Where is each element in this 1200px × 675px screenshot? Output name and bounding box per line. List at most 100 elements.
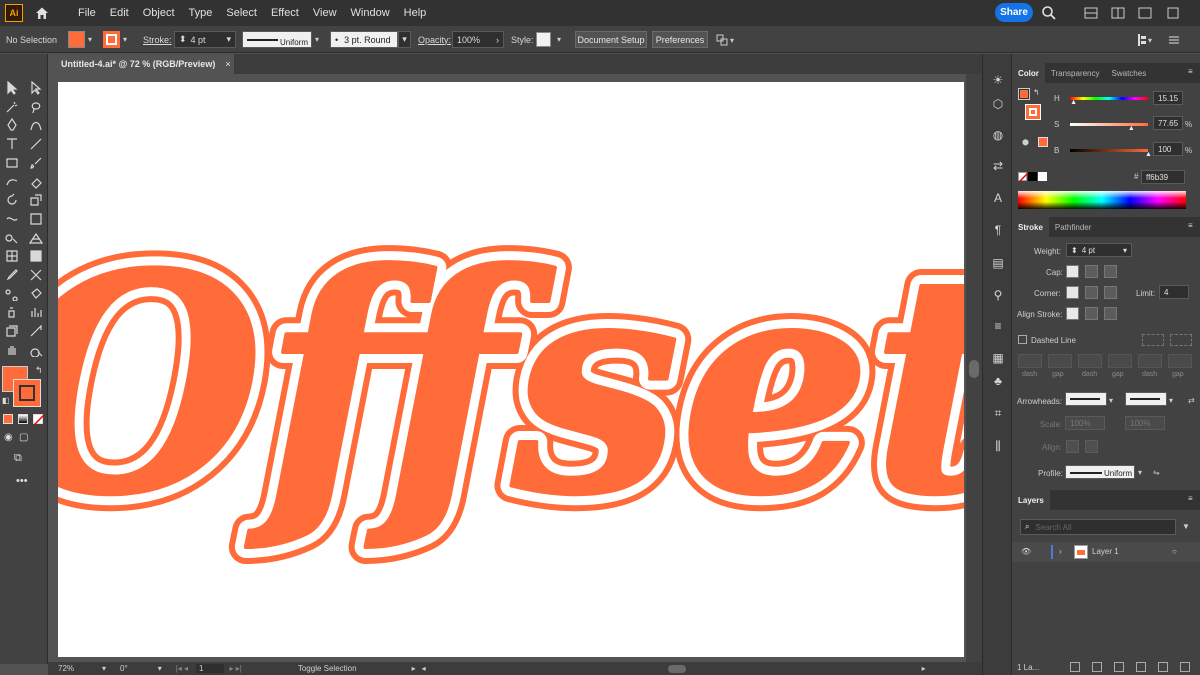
document-icon[interactable]: ▤ — [990, 255, 1006, 271]
artboard-number[interactable]: 1 — [196, 664, 224, 673]
bevel-join-button[interactable] — [1104, 286, 1117, 299]
miter-join-button[interactable] — [1066, 286, 1079, 299]
locate-object-icon[interactable] — [1092, 662, 1102, 672]
stroke-swatch[interactable]: ▾ — [103, 31, 127, 48]
artboard[interactable]: Offset Offset Offset — [58, 82, 964, 657]
tab-stroke[interactable]: Stroke — [1012, 217, 1049, 237]
free-transform-tool-icon[interactable] — [27, 211, 45, 227]
delete-layer-icon[interactable] — [1180, 662, 1190, 672]
cube-icon[interactable]: ⬢ — [1022, 138, 1029, 147]
selection-tool-icon[interactable] — [3, 80, 21, 96]
menu-window[interactable]: Window — [344, 7, 397, 19]
tab-swatches[interactable]: Swatches — [1106, 63, 1153, 83]
column-graph-tool-icon[interactable] — [27, 304, 45, 320]
rotation-value[interactable]: 0° — [120, 664, 128, 673]
arrange-documents-icon[interactable] — [1110, 5, 1126, 21]
dash-field-5[interactable] — [1168, 354, 1192, 368]
align-outside-button[interactable] — [1104, 307, 1117, 320]
hue-slider[interactable] — [1070, 97, 1148, 100]
sun-icon[interactable]: ☀ — [990, 72, 1006, 88]
edit-toolbar-icon[interactable]: ••• — [16, 475, 28, 487]
screen-mode-icon[interactable]: ▢ — [19, 432, 28, 443]
paintbrush-icon[interactable]: ⚲ — [990, 287, 1006, 303]
layers-search-input[interactable]: ⌕ Search All — [1020, 519, 1176, 535]
weight-field[interactable]: ⬍ 4 pt ▾ — [1066, 243, 1132, 257]
magic-wand-tool-icon[interactable] — [3, 99, 21, 115]
measure-tool-icon[interactable] — [27, 267, 45, 283]
tab-transparency[interactable]: Transparency — [1045, 63, 1106, 83]
start-arrowhead-select[interactable] — [1065, 392, 1107, 406]
menu-lines-icon[interactable] — [1167, 31, 1181, 48]
menu-effect[interactable]: Effect — [264, 7, 306, 19]
swap-fill-stroke-icon[interactable]: ↰ — [35, 365, 43, 376]
change-screen-mode-icon[interactable]: ⧉ — [14, 452, 22, 465]
next-artboard-icon[interactable]: ▸ ▸| — [230, 664, 242, 673]
export-icon[interactable] — [1070, 662, 1080, 672]
mesh-tool-icon[interactable] — [3, 248, 21, 264]
hue-field[interactable]: 15.15 — [1153, 91, 1183, 105]
direct-selection-tool-icon[interactable] — [27, 80, 45, 96]
document-setup-button[interactable]: Document Setup — [575, 31, 647, 48]
zoom-tool-icon[interactable] — [27, 342, 45, 358]
grid-icon[interactable]: ⌗ — [990, 405, 1006, 421]
end-arrowhead-select[interactable] — [1125, 392, 1167, 406]
blend-tool-icon[interactable] — [3, 286, 21, 302]
dashed-line-checkbox[interactable] — [1018, 335, 1027, 344]
visibility-eye-icon[interactable]: 👁 — [1021, 547, 1031, 556]
dash-align-corners-icon[interactable] — [1142, 334, 1164, 346]
opacity-field[interactable]: 100% › — [452, 31, 504, 48]
club-icon[interactable]: ♣ — [990, 373, 1006, 389]
first-artboard-icon[interactable]: |◂ ◂ — [176, 664, 188, 673]
home-icon[interactable] — [33, 4, 51, 22]
round-join-button[interactable] — [1085, 286, 1098, 299]
search-icon[interactable] — [1041, 5, 1057, 21]
variable-width-profile[interactable]: Uniform ▾ — [242, 31, 319, 48]
saturation-field[interactable]: 77.65 — [1153, 116, 1183, 130]
scale-tool-icon[interactable] — [27, 192, 45, 208]
minimize-icon[interactable] — [1083, 5, 1099, 21]
dash-field-0[interactable] — [1018, 354, 1042, 368]
slice-tool-icon[interactable] — [27, 323, 45, 339]
menu-edit[interactable]: Edit — [103, 7, 136, 19]
zoom-level[interactable]: 72% — [58, 664, 74, 673]
arrow-place-button[interactable] — [1085, 440, 1098, 453]
color-mode-icon[interactable] — [3, 414, 13, 424]
preferences-button[interactable]: Preferences — [652, 31, 708, 48]
flip-profile-icon[interactable]: ⇋ — [1153, 468, 1160, 477]
menu-view[interactable]: View — [306, 7, 344, 19]
gradient-tool-icon[interactable] — [27, 248, 45, 264]
panel-toggle-icon[interactable]: ▾ — [1135, 31, 1155, 48]
projecting-cap-button[interactable] — [1104, 265, 1117, 278]
butt-cap-button[interactable] — [1066, 265, 1079, 278]
none-mode-icon[interactable] — [33, 414, 44, 425]
dash-field-4[interactable] — [1138, 354, 1162, 368]
layers-panel-menu-icon[interactable]: ≡ — [1188, 494, 1193, 503]
brightness-slider[interactable] — [1070, 149, 1148, 152]
none-swatch[interactable] — [1018, 172, 1028, 182]
expand-layer-icon[interactable]: › — [1059, 547, 1062, 556]
fill-swatch[interactable]: ▾ — [68, 31, 92, 48]
menu-select[interactable]: Select — [219, 7, 264, 19]
panel-menu-icon[interactable]: ≡ — [1188, 67, 1193, 76]
graphic-style-picker[interactable]: ▾ — [536, 31, 561, 48]
share-button[interactable]: Share — [995, 3, 1033, 22]
width-tool-icon[interactable] — [3, 211, 21, 227]
stroke-label[interactable]: Stroke: — [143, 31, 172, 48]
lasso-tool-icon[interactable] — [27, 99, 45, 115]
cube-3d-icon[interactable]: ⬡ — [990, 96, 1006, 112]
swap-colors-icon[interactable]: ↰ — [1033, 88, 1040, 97]
make-mask-icon[interactable] — [1114, 662, 1124, 672]
tab-color[interactable]: Color — [1012, 63, 1045, 83]
hand-tool-icon[interactable] — [3, 342, 21, 358]
stroke-weight-field[interactable]: ⬍ 4 pt ▾ — [174, 31, 236, 48]
layer-name[interactable]: Layer 1 — [1092, 547, 1119, 556]
perspective-grid-tool-icon[interactable] — [27, 230, 45, 246]
window-maximize-icon[interactable] — [1165, 5, 1181, 21]
rectangle-tool-icon[interactable] — [3, 155, 21, 171]
layer-target-icon[interactable]: ○ — [1172, 547, 1177, 556]
hue-slider-thumb[interactable]: ▲ — [1070, 99, 1077, 106]
black-swatch[interactable] — [1028, 172, 1037, 181]
type-icon[interactable]: A — [990, 190, 1006, 206]
eyedropper-tool-icon[interactable] — [3, 267, 21, 283]
align-center-button[interactable] — [1066, 307, 1079, 320]
